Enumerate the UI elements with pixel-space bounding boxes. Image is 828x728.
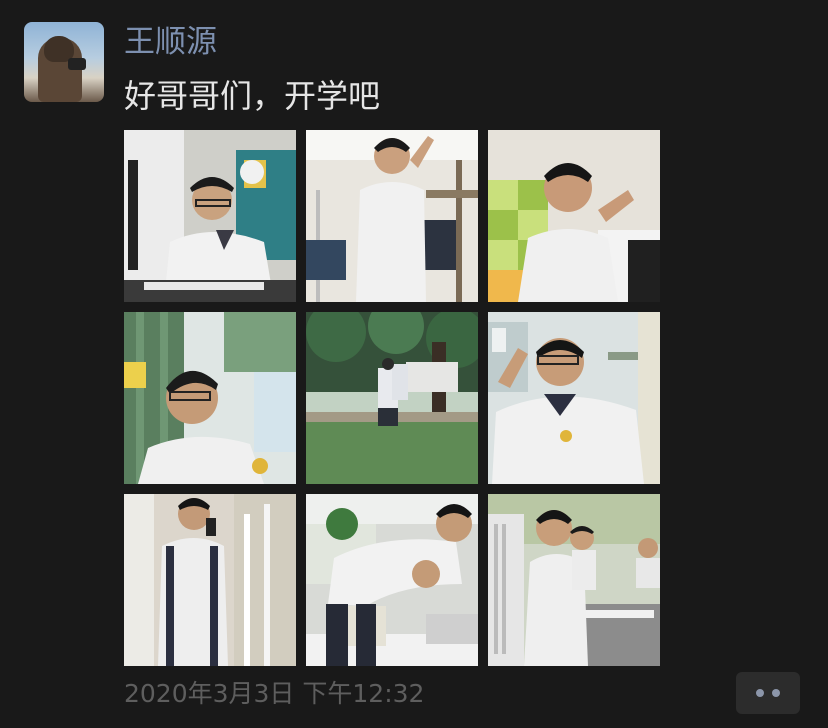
photo-grid xyxy=(124,130,660,666)
post-timestamp: 2020年3月3日 下午12:32 xyxy=(124,679,425,708)
avatar[interactable] xyxy=(24,22,104,102)
photo-student-reclining-on-pillow[interactable] xyxy=(488,130,660,302)
photo-students-in-classroom[interactable] xyxy=(488,494,660,666)
post-caption: 好哥哥们，开学吧 xyxy=(124,77,381,115)
moments-post: 王顺源 好哥哥们，开学吧 2020年3月3日 下午12:32 xyxy=(0,0,828,728)
photo-students-leaning-over-desk[interactable] xyxy=(306,494,478,666)
username[interactable]: 王顺源 xyxy=(124,22,217,62)
photo-student-on-phone[interactable] xyxy=(124,494,296,666)
photo-student-waving[interactable] xyxy=(488,312,660,484)
photo-student-in-dorm-bunk[interactable] xyxy=(306,130,478,302)
photo-student-by-curtain[interactable] xyxy=(124,312,296,484)
more-button[interactable] xyxy=(736,672,800,714)
photo-student-writing-at-desk[interactable] xyxy=(124,130,296,302)
photo-students-under-tree[interactable] xyxy=(306,312,478,484)
camera-icon xyxy=(68,58,86,70)
